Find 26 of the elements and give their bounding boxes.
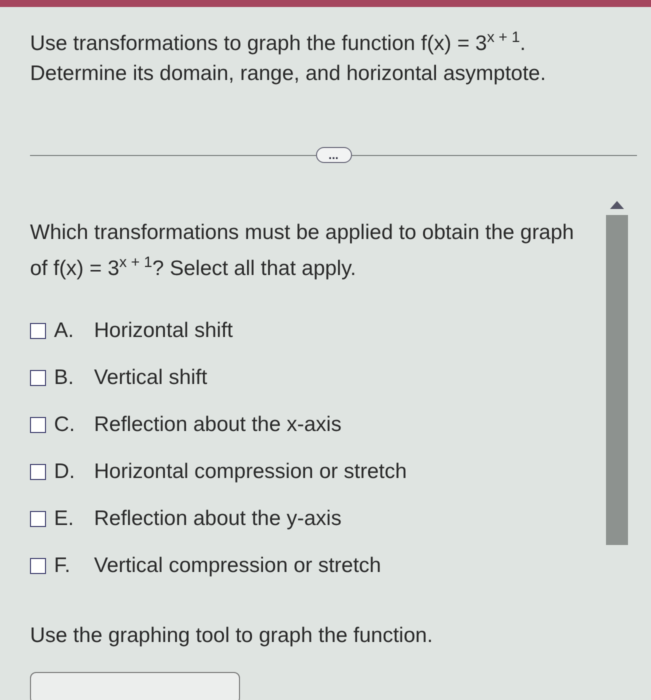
checkbox[interactable] xyxy=(30,558,46,574)
option-letter: D. xyxy=(54,460,76,484)
question-text: Determine its domain, range, and horizontal asymptote. xyxy=(30,61,547,87)
option-letter: C. xyxy=(54,413,76,437)
checkbox[interactable] xyxy=(30,417,46,433)
expand-button[interactable]: ... xyxy=(316,147,352,163)
scrollbar-thumb[interactable] xyxy=(606,215,628,545)
instruction-text: Use the graphing tool to graph the function. xyxy=(30,624,434,648)
option-text[interactable]: Reflection about the y-axis xyxy=(94,507,342,531)
checkbox[interactable] xyxy=(30,370,46,386)
graphing-tool-button[interactable] xyxy=(30,672,240,700)
scroll-up-icon[interactable] xyxy=(610,201,624,209)
option-text[interactable]: Reflection about the x-axis xyxy=(94,413,342,437)
question-text: Use transformations to graph the function f(x) = 3$^{x + 1}$. xyxy=(30,29,527,57)
option-letter: E. xyxy=(54,507,75,531)
checkbox[interactable] xyxy=(30,323,46,339)
checkbox[interactable] xyxy=(30,511,46,527)
option-text[interactable]: Horizontal compression or stretch xyxy=(94,460,407,484)
option-letter: B. xyxy=(54,366,75,390)
checkbox[interactable] xyxy=(30,464,46,480)
option-letter: F. xyxy=(54,554,72,578)
option-text[interactable]: Horizontal shift xyxy=(94,319,233,343)
option-text[interactable]: Vertical compression or stretch xyxy=(94,554,382,578)
prompt-text: Which transformations must be applied to obtain the graph of f(x) = 3$^{x + 1}$? Select all that apply. xyxy=(30,220,575,282)
option-text[interactable]: Vertical shift xyxy=(94,366,208,390)
option-letter: A. xyxy=(54,319,75,343)
